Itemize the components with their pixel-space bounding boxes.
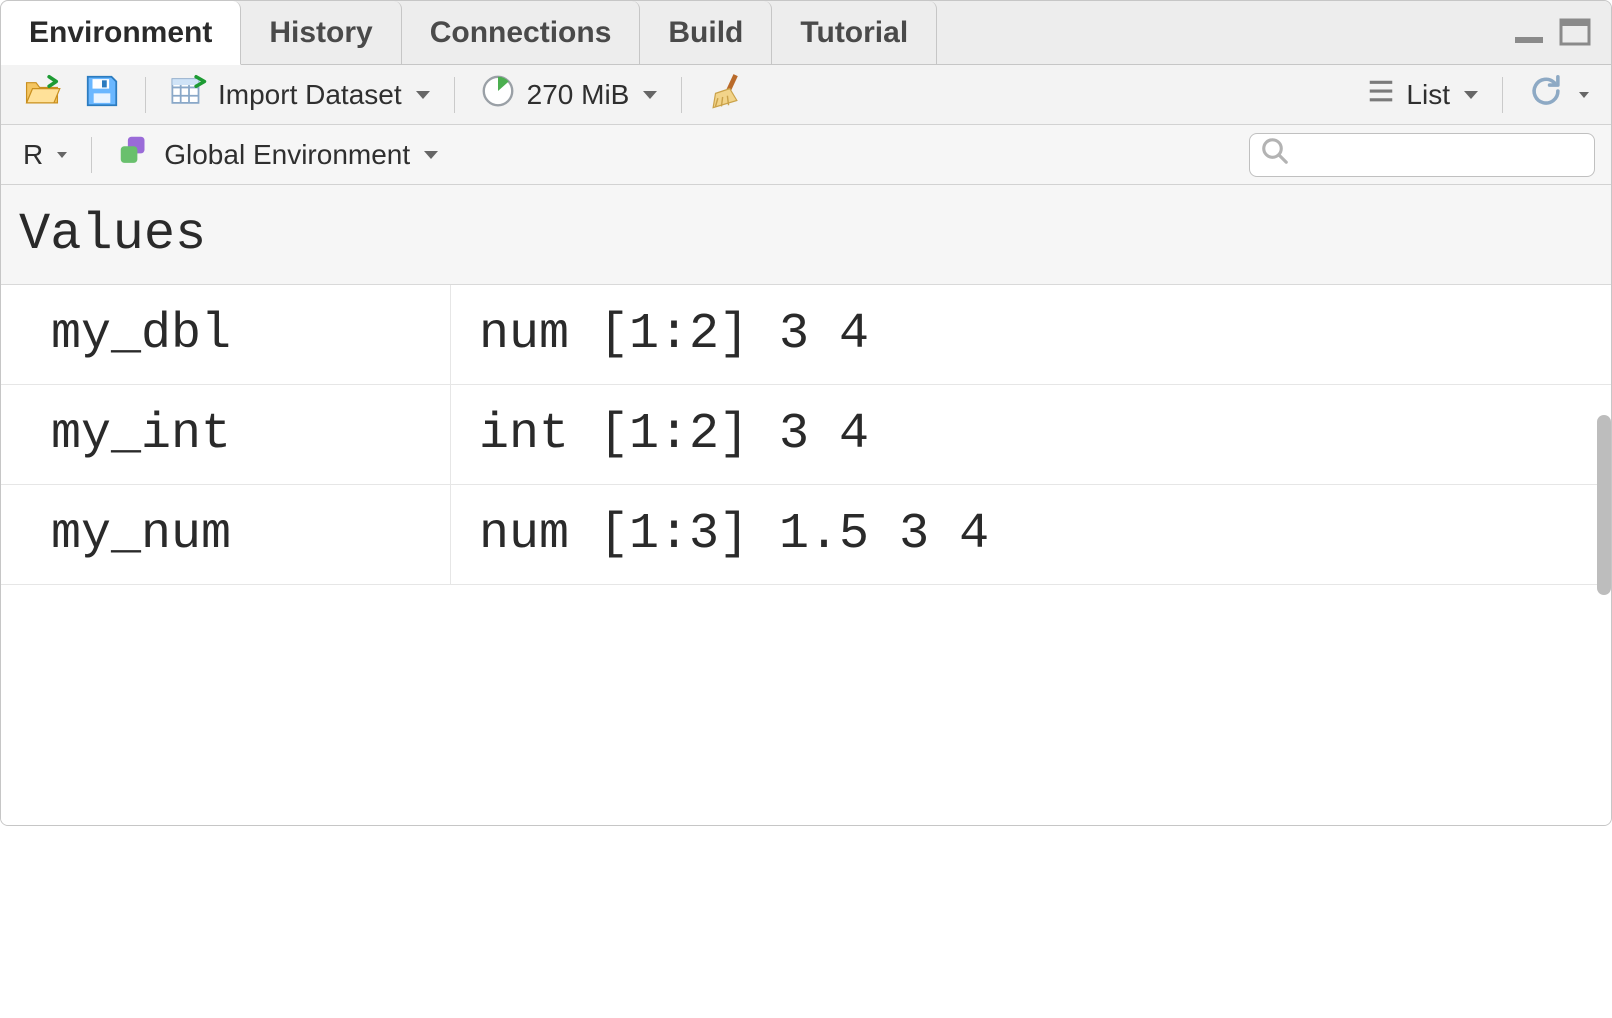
save-floppy-icon xyxy=(83,72,121,117)
memory-usage-label: 270 MiB xyxy=(527,79,630,111)
tab-connections[interactable]: Connections xyxy=(402,1,641,64)
view-mode-label: List xyxy=(1406,79,1450,111)
chevron-down-icon xyxy=(424,151,438,159)
search-icon xyxy=(1260,136,1290,173)
list-lines-icon xyxy=(1366,76,1396,113)
environment-search-input[interactable] xyxy=(1290,138,1584,171)
chevron-down-icon xyxy=(1464,91,1478,99)
refresh-icon xyxy=(1527,72,1565,117)
environment-toolbar-2: R Global Environment xyxy=(1,125,1611,185)
clear-workspace-button[interactable] xyxy=(700,68,750,121)
scrollbar-thumb[interactable] xyxy=(1597,415,1611,595)
environment-toolbar-1: Import Dataset 270 MiB xyxy=(1,65,1611,125)
minimize-pane-icon[interactable] xyxy=(1511,19,1551,47)
value-row[interactable]: my_dbl num [1:2] 3 4 xyxy=(1,285,1611,385)
environment-scope-label: Global Environment xyxy=(164,139,410,171)
pie-memory-icon xyxy=(479,72,517,117)
chevron-down-icon xyxy=(643,91,657,99)
chevron-down-icon xyxy=(57,152,67,158)
value-name: my_dbl xyxy=(1,285,451,384)
separator xyxy=(454,77,455,113)
open-folder-icon xyxy=(23,72,61,117)
pane-tabbar: Environment History Connections Build Tu… xyxy=(1,1,1611,65)
environment-scope-selector[interactable]: Global Environment xyxy=(110,128,444,181)
environments-stack-icon xyxy=(116,132,154,177)
view-mode-dropdown[interactable]: List xyxy=(1360,72,1484,117)
import-dataset-button[interactable]: Import Dataset xyxy=(164,68,436,121)
value-name: my_num xyxy=(1,485,451,584)
value-row[interactable]: my_int int [1:2] 3 4 xyxy=(1,385,1611,485)
environment-panel: Environment History Connections Build Tu… xyxy=(0,0,1612,826)
value-desc: num [1:2] 3 4 xyxy=(451,285,869,384)
separator xyxy=(145,77,146,113)
refresh-button[interactable] xyxy=(1521,68,1595,121)
value-desc: num [1:3] 1.5 3 4 xyxy=(451,485,989,584)
value-row[interactable]: my_num num [1:3] 1.5 3 4 xyxy=(1,485,1611,585)
values-list: my_dbl num [1:2] 3 4 my_int int [1:2] 3 … xyxy=(1,285,1611,825)
grid-import-icon xyxy=(170,72,208,117)
value-name: my_int xyxy=(1,385,451,484)
memory-usage-button[interactable]: 270 MiB xyxy=(473,68,664,121)
values-section-header: Values xyxy=(1,185,1611,285)
separator xyxy=(681,77,682,113)
environment-search[interactable] xyxy=(1249,133,1595,177)
tab-history[interactable]: History xyxy=(241,1,401,64)
import-dataset-label: Import Dataset xyxy=(218,79,402,111)
broom-clear-icon xyxy=(706,72,744,117)
chevron-down-icon xyxy=(416,91,430,99)
separator xyxy=(1502,77,1503,113)
load-workspace-button[interactable] xyxy=(17,68,67,121)
save-workspace-button[interactable] xyxy=(77,68,127,121)
tab-build[interactable]: Build xyxy=(640,1,772,64)
tab-environment[interactable]: Environment xyxy=(1,1,241,65)
language-selector[interactable]: R xyxy=(17,135,73,175)
value-desc: int [1:2] 3 4 xyxy=(451,385,869,484)
tab-tutorial[interactable]: Tutorial xyxy=(772,1,937,64)
maximize-pane-icon[interactable] xyxy=(1559,18,1593,48)
chevron-down-icon xyxy=(1579,92,1589,98)
separator xyxy=(91,137,92,173)
language-label: R xyxy=(23,139,43,171)
